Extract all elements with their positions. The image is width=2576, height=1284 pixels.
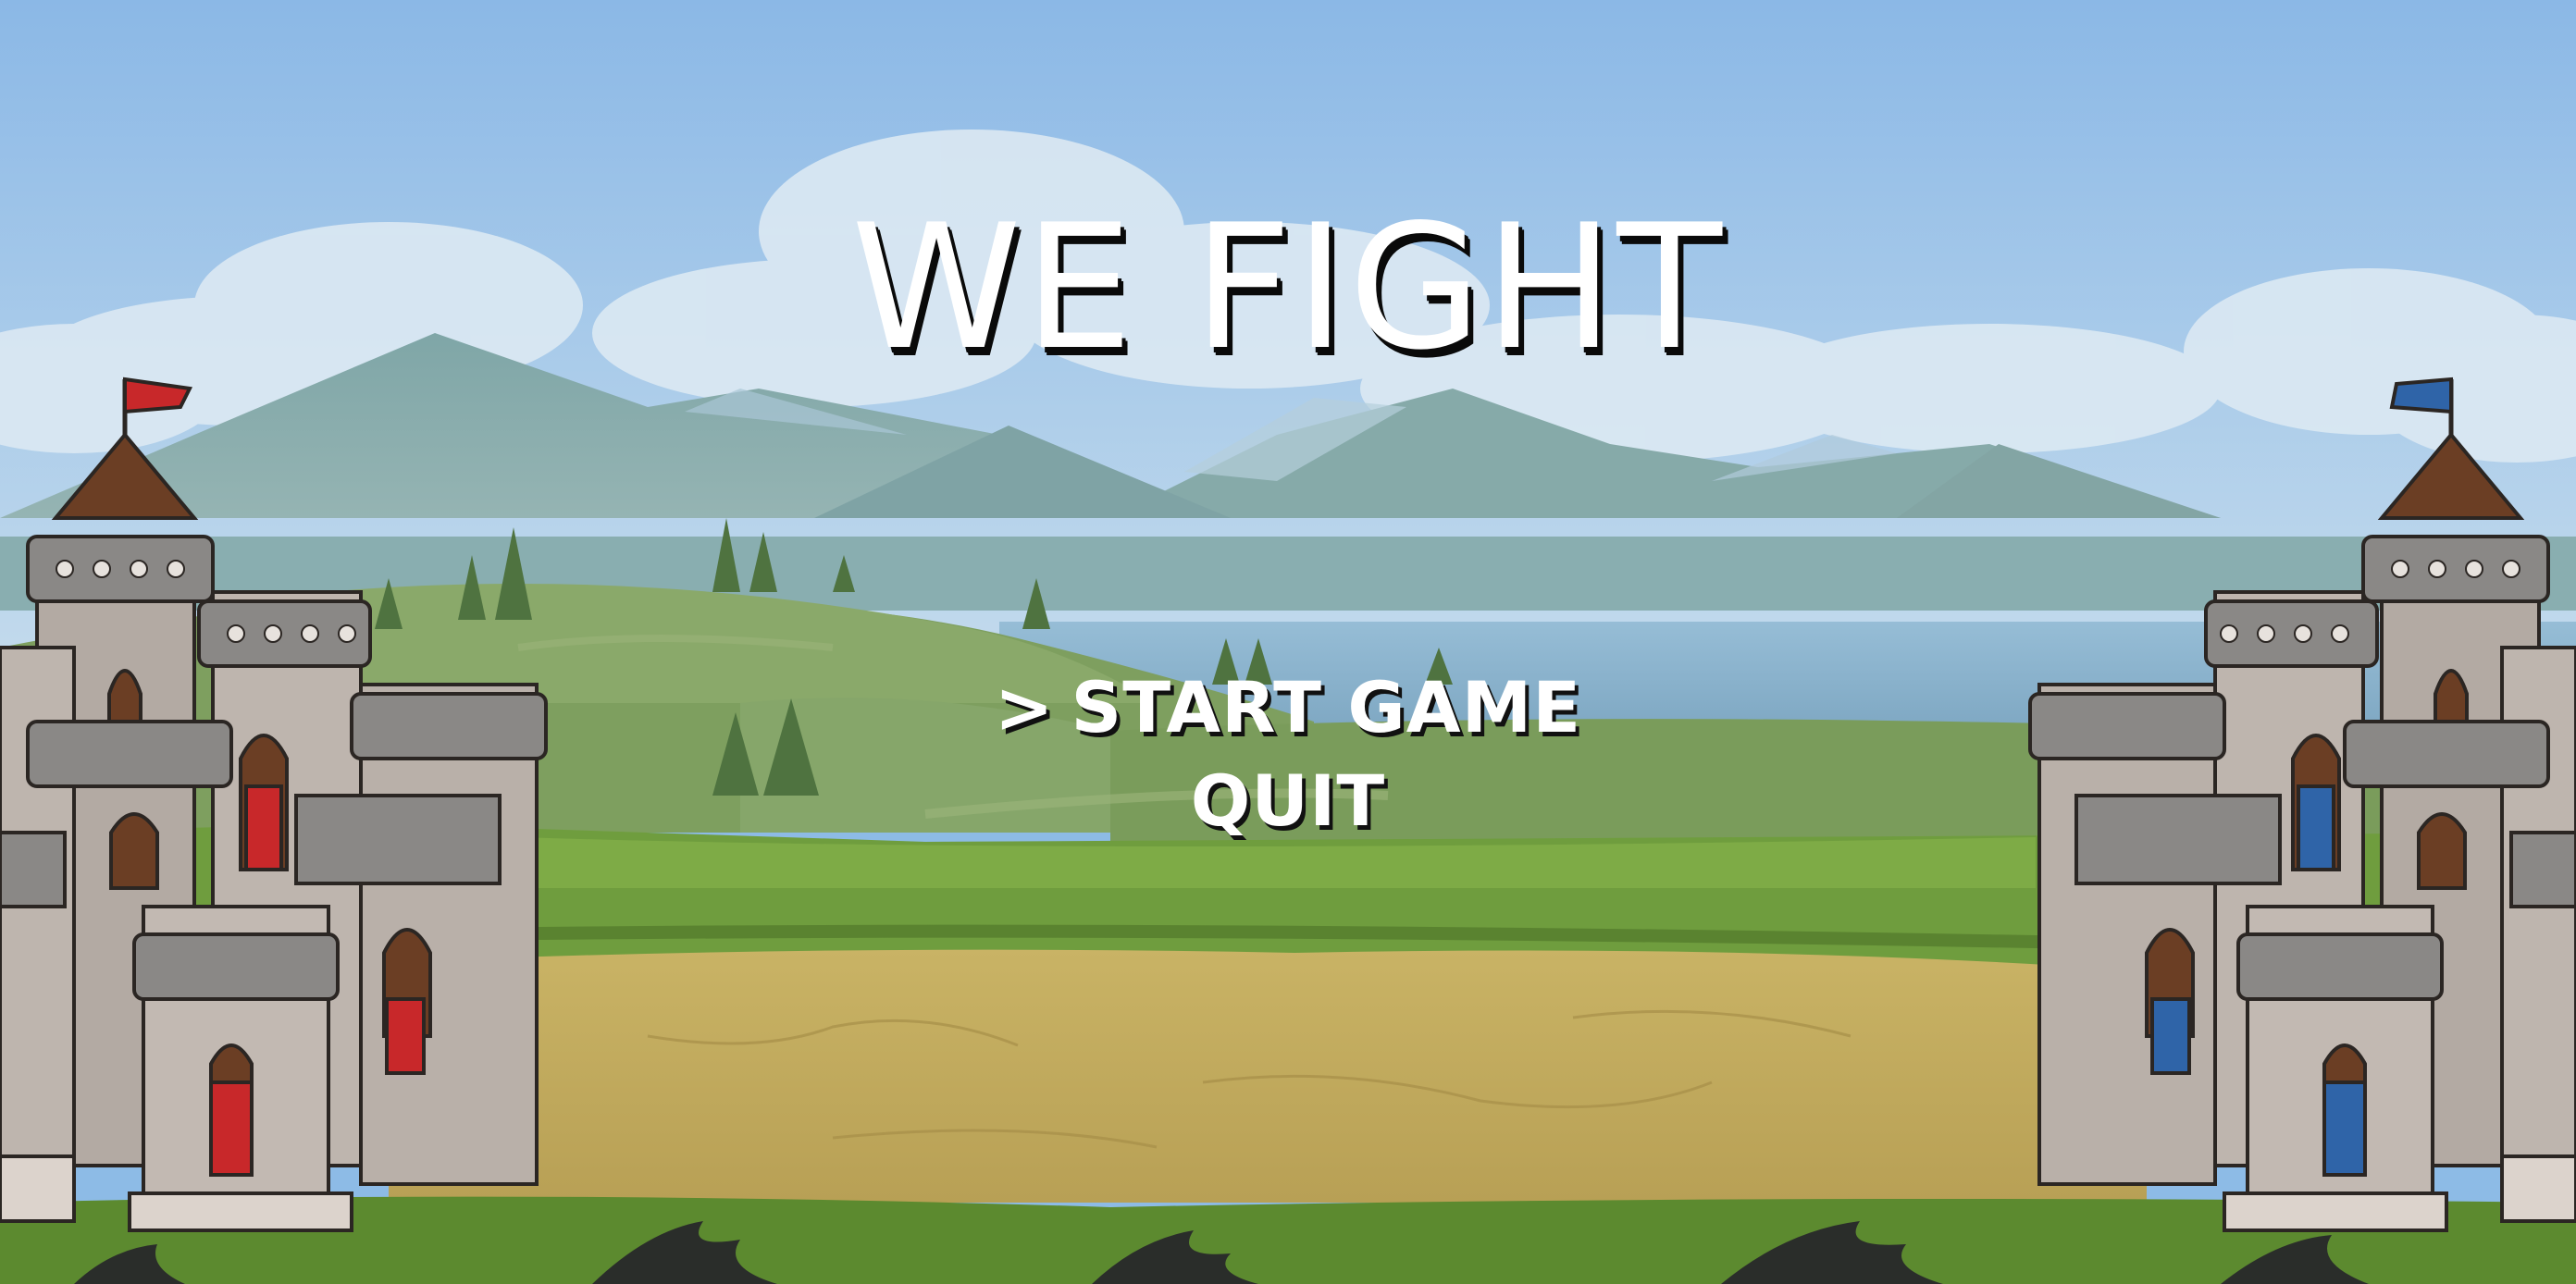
flag-right xyxy=(2389,377,2453,414)
quit-menu-item[interactable]: QUIT xyxy=(0,766,2576,836)
quit-label: QUIT xyxy=(1190,759,1386,842)
start-game-menu-item[interactable]: > START GAME xyxy=(0,673,2576,743)
selection-cursor: > xyxy=(994,666,1055,748)
start-game-label: START GAME xyxy=(1071,666,1582,748)
foreground-grass xyxy=(0,1196,2576,1284)
game-title: WE FIGHT xyxy=(850,187,1725,388)
